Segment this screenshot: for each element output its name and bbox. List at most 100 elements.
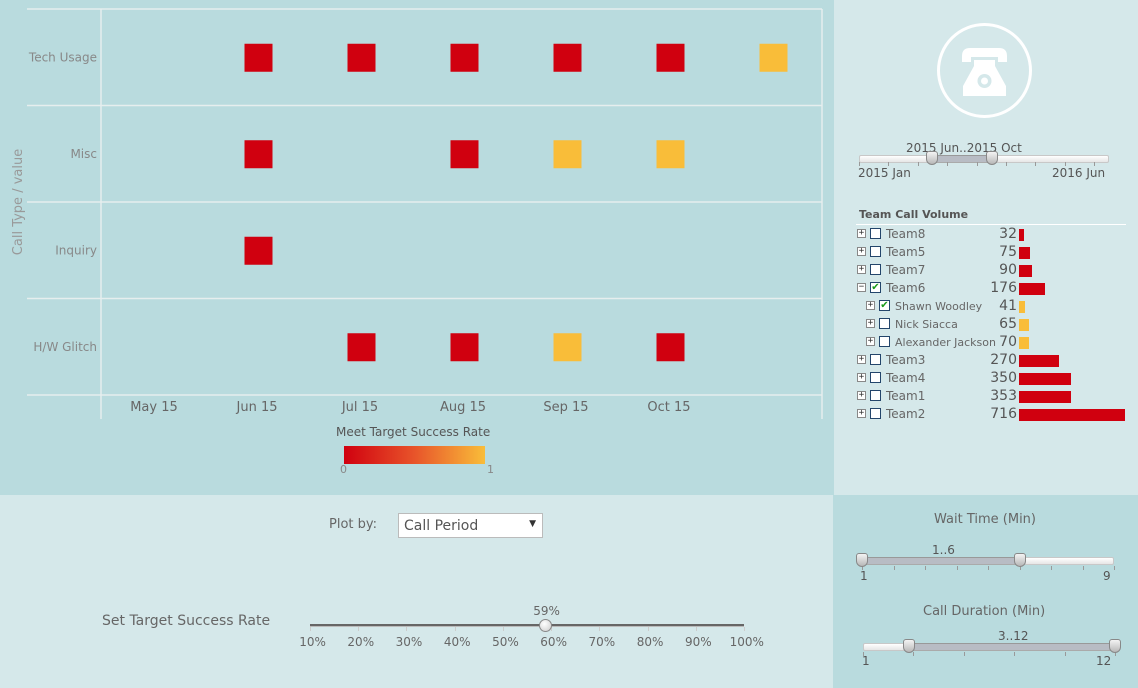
y-tick-label: Inquiry [55,243,97,257]
heatmap-cell [553,333,582,362]
team-row[interactable]: + Team4 350 [856,370,1136,388]
team-checkbox[interactable] [870,372,881,383]
date-range-start-handle[interactable] [925,151,938,165]
expand-icon[interactable]: + [857,247,866,256]
slider-tick [913,652,915,656]
slider-tick [647,627,649,631]
range-high-handle[interactable] [1109,639,1121,653]
heatmap-cell [450,43,479,72]
slider-tick [988,566,989,570]
slider-tick [956,566,958,570]
team-label: Nick Siacca [895,318,958,331]
expand-icon[interactable]: + [857,391,866,400]
date-range-value: 2015 Jun..2015 Oct [906,141,1022,155]
team-volume-bar [1019,391,1072,403]
slider-tick [963,652,965,656]
team-volume-bar [1019,409,1125,421]
slider-tick [454,627,456,631]
team-checkbox[interactable] [870,246,881,257]
team-checkbox[interactable] [870,390,881,401]
date-range-end-handle[interactable] [985,151,998,165]
team-volume-bar [1019,301,1026,313]
team-row[interactable]: + Team3 270 [856,352,1136,370]
call-duration-min-label: 1 [862,654,870,668]
call-duration-max-label: 12 [1096,654,1112,668]
team-checkbox[interactable] [870,408,881,419]
slider-tick [406,627,408,631]
heatmap-cell [347,43,376,72]
range-low-handle[interactable] [856,553,868,567]
target-tick-label: 60% [540,635,567,649]
heatmap-cell [450,140,479,169]
target-tick-label: 30% [395,635,423,649]
team-volume-bar [1019,283,1046,295]
date-range-max-label: 2016 Jun [1052,166,1106,180]
range-selection [862,557,1020,565]
heatmap-cell [759,43,788,72]
slider-tick [947,162,949,166]
team-row[interactable]: − ✔ Team6 176 [856,280,1136,298]
call-duration-title: Call Duration (Min) [923,604,1046,619]
target-tick-label: 70% [588,635,616,649]
heatmap-cell [656,43,685,72]
wait-time-title: Wait Time (Min) [934,512,1036,527]
target-success-rate-track[interactable] [310,624,744,627]
collapse-icon[interactable]: − [857,283,866,292]
target-success-rate-label: Set Target Success Rate [102,613,271,629]
team-call-count: 32 [999,226,1017,242]
range-low-handle[interactable] [902,639,915,653]
team-row[interactable]: + ✔ Shawn Woodley 41 [856,298,1136,316]
range-high-handle[interactable] [1013,553,1026,567]
slider-tick [502,627,504,631]
plot-by-select[interactable]: Call Period ▼ [398,513,543,538]
target-tick-label: 50% [492,635,519,649]
expand-icon[interactable]: + [866,337,875,346]
team-row[interactable]: + Team2 716 [856,406,1136,424]
expand-icon[interactable]: + [857,229,866,238]
team-row[interactable]: + Team5 75 [856,244,1136,262]
expand-icon[interactable]: + [857,265,866,274]
legend-gradient-bar [344,446,485,464]
heatmap-cell [656,140,685,169]
slider-tick [599,627,601,631]
x-tick-label: Aug 15 [440,400,486,415]
team-label: Team1 [886,389,926,403]
expand-icon[interactable]: + [866,319,875,328]
expand-icon[interactable]: + [857,355,866,364]
slider-tick [1051,566,1052,570]
team-volume-bar [1019,247,1031,259]
team-volume-bar [1019,355,1059,367]
team-row[interactable]: + Team7 90 [856,262,1136,280]
team-row[interactable]: + Alexander Jackson 70 [856,334,1136,352]
expand-icon[interactable]: + [857,409,866,418]
team-checkbox[interactable] [879,318,890,329]
team-volume-bar [1019,319,1029,331]
heatmap-chart: Tech Usage Misc Inquiry H/W Glitch Call Type… [11,8,823,419]
slider-tick [925,566,926,570]
y-axis-title: Call Type / value [11,149,26,255]
team-row[interactable]: + Nick Siacca 65 [856,316,1136,334]
chart-panel: Tech Usage Misc Inquiry H/W Glitch Call Type… [0,0,834,495]
team-checkbox[interactable] [870,354,881,365]
expand-icon[interactable]: + [866,301,875,310]
team-checkbox[interactable] [879,336,890,347]
date-range-selection [931,155,992,163]
slider-tick [893,566,895,570]
team-label: Team2 [886,407,926,421]
expand-icon[interactable]: + [857,373,866,382]
team-checkbox[interactable]: ✔ [879,300,890,311]
team-label: Team5 [886,245,926,259]
team-row[interactable]: + Team1 353 [856,388,1136,406]
team-checkbox[interactable] [870,264,881,275]
legend-min-label: 0 [340,463,347,476]
heatmap-cell [244,236,273,265]
y-tick-label: Tech Usage [28,50,97,64]
slider-tick [1064,652,1066,656]
slider-tick [1035,162,1037,166]
slider-tick [310,627,311,631]
team-row[interactable]: + Team8 32 [856,226,1136,244]
telephone-icon [937,23,1032,118]
slider-tick [358,627,360,631]
team-checkbox[interactable] [870,228,881,239]
team-checkbox[interactable]: ✔ [870,282,881,293]
